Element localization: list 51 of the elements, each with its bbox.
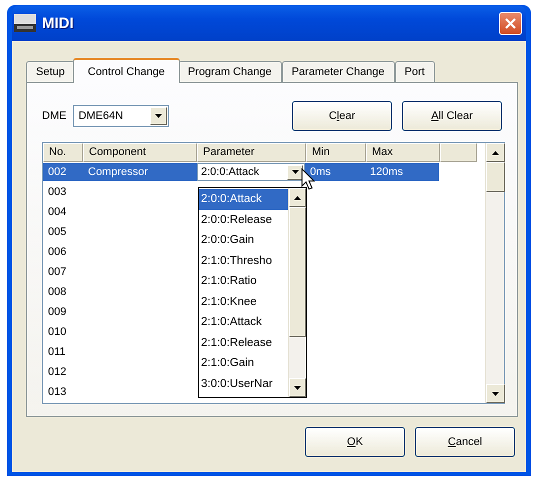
tab[interactable]: Program Change [178,61,282,83]
scrollbar-thumb[interactable] [289,207,306,337]
scroll-up-icon [492,150,499,154]
tab[interactable]: Setup [26,61,75,83]
table-cell-text: 004 [47,205,68,220]
window-title: MIDI [42,14,75,32]
table-cell: 002 [43,163,83,181]
table-cell-text: 003 [47,185,68,200]
dialog-button[interactable]: Cancel [415,427,515,457]
table-cell-text: 007 [47,265,68,280]
dialog-button[interactable]: OK [305,427,405,457]
action-button[interactable]: Clear [292,100,392,130]
table-cell: Compressor [83,163,197,181]
scroll-up-button[interactable] [486,143,505,162]
column-header[interactable]: Max [366,143,440,162]
scroll-down-icon [294,386,301,390]
column-header[interactable]: No. [43,143,83,162]
dropdown-option[interactable]: 2:0:0:Attack [199,189,288,210]
tab[interactable]: Control Change [72,58,180,83]
table-cell: 0ms [305,163,365,181]
scroll-down-button[interactable] [486,384,505,403]
close-button[interactable] [499,12,522,34]
table-cell-text: 012 [47,365,68,380]
scroll-up-button[interactable] [289,188,306,207]
scroll-down-button[interactable] [289,378,306,397]
table-cell-text: 006 [47,245,68,260]
scrollbar[interactable] [485,143,504,403]
parameter-dropdown[interactable]: 2:0:0:Attack [197,163,305,181]
table-cell-text: 013 [47,385,68,400]
scrollbar[interactable] [288,188,306,397]
table-cell: 120ms [365,163,439,181]
column-header[interactable]: Parameter [197,143,306,162]
app-icon [14,14,36,32]
table-cell-text: 005 [47,225,68,240]
table-cell-text: 010 [47,325,68,340]
column-header[interactable]: Component [83,143,197,162]
table-cell-text: 009 [47,305,68,320]
scrollbar-thumb[interactable] [486,162,505,192]
tab[interactable]: Port [394,61,435,83]
action-button[interactable]: All Clear [402,100,502,130]
close-icon [505,18,516,28]
scroll-down-icon [492,392,499,396]
scroll-up-icon [294,196,301,200]
dropdown-arrow-icon [292,170,298,174]
column-header[interactable]: Min [306,143,366,162]
device-dropdown[interactable]: DME64N [73,104,170,126]
table-cell-text: 011 [47,345,67,360]
tab[interactable]: Parameter Change [282,61,395,83]
table-cell-text: 008 [47,285,68,300]
device-label: DME [42,110,66,122]
dropdown-arrow-icon [155,114,162,118]
